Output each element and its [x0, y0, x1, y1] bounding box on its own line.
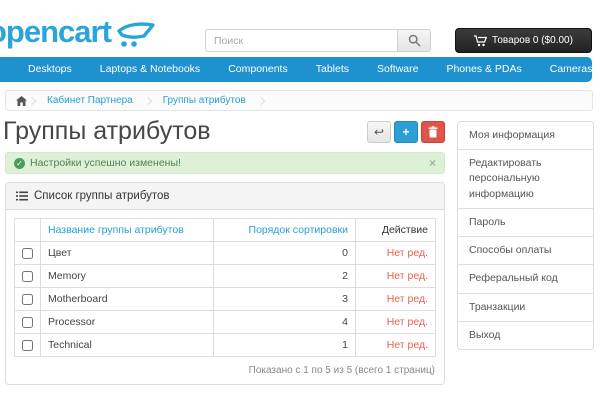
edit-link[interactable]: Нет ред. [387, 339, 428, 351]
row-checkbox[interactable] [22, 294, 33, 305]
cell-sort-order: 1 [214, 334, 356, 357]
plus-icon: + [402, 125, 409, 139]
logo[interactable]: opencart [0, 14, 155, 50]
breadcrumb: Кабинет Партнера Группы атрибутов [5, 90, 593, 111]
cart-button-label: Товаров 0 ($0.00) [492, 35, 573, 46]
success-alert: ✓ Настройки успешно изменены! × [5, 152, 445, 174]
main-content: Группы атрибутов ↩ + [5, 117, 445, 385]
cell-name: Technical [41, 334, 214, 357]
column-header-action: Действие [382, 224, 428, 236]
category-nav: Desktops Laptops & Notebooks Components … [0, 57, 592, 82]
list-icon [16, 191, 28, 201]
search-input[interactable] [205, 29, 397, 52]
home-icon[interactable] [16, 96, 27, 106]
cell-name: Motherboard [41, 288, 214, 311]
edit-link[interactable]: Нет ред. [387, 247, 428, 259]
row-checkbox[interactable] [22, 271, 33, 282]
breadcrumb-separator [256, 96, 264, 104]
breadcrumb-link-attribute-groups[interactable]: Группы атрибутов [163, 95, 246, 106]
back-icon: ↩ [374, 125, 384, 139]
trash-icon [428, 126, 438, 138]
search-group [205, 29, 431, 52]
table-row: Motherboard 3 Нет ред. [15, 288, 436, 311]
column-header-sort-order[interactable]: Порядок сортировки [249, 224, 348, 236]
logo-text: opencart [0, 14, 111, 50]
attribute-groups-table: Название группы атрибутов Порядок сортир… [14, 218, 436, 357]
cell-sort-order: 4 [214, 311, 356, 334]
page-title: Группы атрибутов [3, 117, 211, 146]
sidebar-item-edit-info[interactable]: Редактировать персональную информацию [458, 150, 593, 209]
sidebar-item-logout[interactable]: Выход [458, 322, 593, 349]
breadcrumb-separator [28, 96, 36, 104]
cell-name: Memory [41, 265, 214, 288]
edit-link[interactable]: Нет ред. [387, 293, 428, 305]
cart-button[interactable]: Товаров 0 ($0.00) [455, 28, 592, 53]
cell-name: Цвет [41, 242, 214, 265]
table-row: Processor 4 Нет ред. [15, 311, 436, 334]
cell-sort-order: 3 [214, 288, 356, 311]
sidebar-item-password[interactable]: Пароль [458, 209, 593, 237]
check-icon: ✓ [14, 158, 25, 169]
cart-icon [474, 35, 487, 47]
cell-sort-order: 2 [214, 265, 356, 288]
nav-item-laptops[interactable]: Laptops & Notebooks [86, 57, 214, 82]
edit-link[interactable]: Нет ред. [387, 316, 428, 328]
success-alert-text: Настройки успешно изменены! [30, 157, 181, 169]
sidebar-item-referral-code[interactable]: Реферальный код [458, 265, 593, 293]
toolbar: ↩ + [367, 121, 445, 143]
sidebar-item-my-info[interactable]: Моя информация [458, 122, 593, 150]
cell-sort-order: 0 [214, 242, 356, 265]
column-header-name[interactable]: Название группы атрибутов [48, 224, 184, 236]
account-sidebar: Моя информация Редактировать персональну… [457, 121, 594, 350]
logo-cart-icon [117, 22, 155, 48]
select-all-header [15, 219, 41, 242]
breadcrumb-separator [143, 96, 151, 104]
add-button[interactable]: + [394, 121, 418, 143]
cell-name: Processor [41, 311, 214, 334]
nav-item-software[interactable]: Software [363, 57, 432, 82]
table-row: Memory 2 Нет ред. [15, 265, 436, 288]
attribute-groups-panel: Список группы атрибутов Название группы … [5, 182, 445, 385]
search-button[interactable] [397, 29, 431, 52]
nav-item-cameras[interactable]: Cameras [536, 57, 600, 82]
table-header-row: Название группы атрибутов Порядок сортир… [15, 219, 436, 242]
table-row: Technical 1 Нет ред. [15, 334, 436, 357]
nav-item-components[interactable]: Components [214, 57, 302, 82]
edit-link[interactable]: Нет ред. [387, 270, 428, 282]
row-checkbox[interactable] [22, 248, 33, 259]
panel-heading-label: Список группы атрибутов [34, 190, 170, 202]
nav-item-phones[interactable]: Phones & PDAs [432, 57, 535, 82]
site-header: opencart Това [0, 0, 600, 57]
breadcrumb-link-account[interactable]: Кабинет Партнера [47, 95, 133, 106]
back-button[interactable]: ↩ [367, 121, 391, 143]
sidebar-item-transactions[interactable]: Транзакции [458, 294, 593, 322]
nav-item-tablets[interactable]: Tablets [302, 57, 363, 82]
sidebar-item-payment-methods[interactable]: Способы оплаты [458, 237, 593, 265]
row-checkbox[interactable] [22, 317, 33, 328]
panel-heading: Список группы атрибутов [6, 183, 444, 210]
alert-close-button[interactable]: × [429, 156, 436, 170]
delete-button[interactable] [421, 121, 445, 143]
search-icon [408, 34, 421, 47]
table-row: Цвет 0 Нет ред. [15, 242, 436, 265]
pagination-status: Показано с 1 по 5 из 5 (всего 1 страниц) [14, 365, 436, 376]
nav-item-desktops[interactable]: Desktops [14, 57, 86, 82]
row-checkbox[interactable] [22, 340, 33, 351]
